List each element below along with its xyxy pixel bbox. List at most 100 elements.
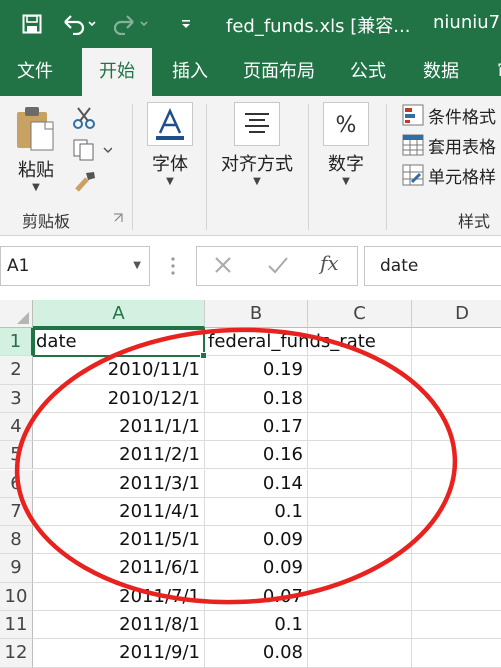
name-box[interactable]: A1 ▼ xyxy=(0,246,150,286)
font-dropdown-icon[interactable]: ▼ xyxy=(144,176,196,187)
row-header-6[interactable]: 6 xyxy=(0,469,33,498)
row-header-2[interactable]: 2 xyxy=(0,356,33,385)
row-header-11[interactable]: 11 xyxy=(0,611,33,640)
cell-b2[interactable]: 0.19 xyxy=(205,356,308,385)
cell-d3[interactable] xyxy=(412,385,501,413)
user-name[interactable]: niuniu77 xyxy=(433,12,501,33)
save-button[interactable] xyxy=(16,9,48,39)
column-header-d[interactable]: D xyxy=(412,300,501,328)
cell-d8[interactable] xyxy=(412,526,501,555)
cell-a10[interactable]: 2011/7/1 xyxy=(33,582,205,611)
row-header-9[interactable]: 9 xyxy=(0,554,33,583)
cell-b5[interactable]: 0.16 xyxy=(205,441,308,470)
cell-a3[interactable]: 2010/12/1 xyxy=(33,384,205,413)
tab-formulas[interactable]: 公式 xyxy=(340,48,396,96)
cell-a8[interactable]: 2011/5/1 xyxy=(33,526,205,555)
cell-b1[interactable]: federal_funds_rate xyxy=(205,328,376,357)
cell-c6[interactable] xyxy=(308,469,412,498)
cell-a9[interactable]: 2011/6/1 xyxy=(33,554,205,583)
customize-quick-access-button[interactable] xyxy=(176,9,196,39)
tab-data[interactable]: 数据 xyxy=(412,48,470,96)
cell-b12[interactable]: 0.08 xyxy=(205,639,308,668)
column-header-a[interactable]: A xyxy=(33,300,205,328)
tab-insert[interactable]: 插入 xyxy=(162,48,218,96)
column-header-c[interactable]: C xyxy=(308,300,412,328)
cell-c5[interactable] xyxy=(308,441,412,470)
cell-b7[interactable]: 0.1 xyxy=(205,497,308,527)
cell-d11[interactable] xyxy=(412,611,501,640)
formula-bar-grip-icon[interactable] xyxy=(166,254,180,278)
number-dropdown-icon[interactable]: ▼ xyxy=(320,176,372,187)
insert-function-button[interactable]: fx xyxy=(320,251,339,275)
cell-b9[interactable]: 0.09 xyxy=(205,554,308,583)
cell-c1[interactable] xyxy=(308,328,412,357)
font-button[interactable]: 字体 ▼ xyxy=(144,102,196,187)
tab-review[interactable]: 审 xyxy=(486,48,501,96)
cell-a7[interactable]: 2011/4/1 xyxy=(33,497,205,527)
cell-a2[interactable]: 2010/11/1 xyxy=(33,356,205,385)
paste-dropdown-icon[interactable]: ▼ xyxy=(10,182,62,193)
tab-page-layout[interactable]: 页面布局 xyxy=(232,48,326,96)
cell-c7[interactable] xyxy=(308,497,412,527)
cell-a4[interactable]: 2011/1/1 xyxy=(33,412,205,442)
row-header-1[interactable]: 1 xyxy=(0,328,33,357)
format-painter-button[interactable] xyxy=(72,170,98,198)
row-header-4[interactable]: 4 xyxy=(0,412,33,442)
cell-d6[interactable] xyxy=(412,470,501,498)
cell-a6[interactable]: 2011/3/1 xyxy=(33,469,205,498)
cell-c11[interactable] xyxy=(308,611,412,640)
conditional-format-button[interactable]: 条件格式 xyxy=(402,102,496,128)
row-header-7[interactable]: 7 xyxy=(0,497,33,527)
row-header-8[interactable]: 8 xyxy=(0,526,33,555)
cell-b11[interactable]: 0.1 xyxy=(205,611,308,640)
cell-c3[interactable] xyxy=(308,384,412,413)
tab-file[interactable]: 文件 xyxy=(6,48,64,96)
cell-styles-button[interactable]: 单元格样 xyxy=(402,162,496,188)
cell-b8[interactable]: 0.09 xyxy=(205,526,308,555)
column-header-b[interactable]: B xyxy=(205,300,308,328)
formula-input[interactable]: date xyxy=(364,246,501,286)
cell-c4[interactable] xyxy=(308,412,412,442)
redo-button[interactable] xyxy=(112,9,150,39)
cell-d10[interactable] xyxy=(412,583,501,611)
cell-b3[interactable]: 0.18 xyxy=(205,384,308,413)
row-header-3[interactable]: 3 xyxy=(0,384,33,413)
cell-c10[interactable] xyxy=(308,582,412,611)
cell-a11[interactable]: 2011/8/1 xyxy=(33,611,205,640)
cell-c2[interactable] xyxy=(308,356,412,385)
format-as-table-button[interactable]: 套用表格 xyxy=(402,132,496,158)
cancel-icon[interactable] xyxy=(212,254,234,276)
cell-a1[interactable]: date xyxy=(33,328,205,357)
cell-a12[interactable]: 2011/9/1 xyxy=(33,639,205,668)
number-format-button[interactable]: % 数字 ▼ xyxy=(320,102,372,187)
tab-home[interactable]: 开始 xyxy=(82,48,152,96)
row-header-12[interactable]: 12 xyxy=(0,639,33,668)
clipboard-launcher-icon[interactable] xyxy=(113,213,123,223)
copy-button[interactable] xyxy=(72,138,113,166)
cell-c9[interactable] xyxy=(308,554,412,583)
cut-button[interactable] xyxy=(72,106,96,134)
align-dropdown-icon[interactable]: ▼ xyxy=(218,176,296,187)
name-box-dropdown-icon[interactable]: ▼ xyxy=(133,247,141,285)
cell-b4[interactable]: 0.17 xyxy=(205,412,308,442)
cell-d7[interactable] xyxy=(412,498,501,527)
cell-c12[interactable] xyxy=(308,639,412,668)
cell-d5[interactable] xyxy=(412,441,501,470)
cell-d4[interactable] xyxy=(412,413,501,442)
cell-a5[interactable]: 2011/2/1 xyxy=(33,441,205,470)
cell-d1[interactable] xyxy=(412,328,501,357)
row-header-5[interactable]: 5 xyxy=(0,441,33,470)
fill-handle[interactable] xyxy=(200,352,207,359)
select-all-corner[interactable] xyxy=(0,300,33,328)
cell-b10[interactable]: 0.07 xyxy=(205,582,308,611)
cell-d12[interactable] xyxy=(412,639,501,668)
cell-d9[interactable] xyxy=(412,554,501,583)
cell-c8[interactable] xyxy=(308,526,412,555)
cell-d2[interactable] xyxy=(412,356,501,385)
cell-b6[interactable]: 0.14 xyxy=(205,469,308,498)
undo-button[interactable] xyxy=(60,9,98,39)
row-header-10[interactable]: 10 xyxy=(0,582,33,611)
enter-icon[interactable] xyxy=(266,254,290,276)
alignment-button[interactable]: 对齐方式 ▼ xyxy=(218,102,296,187)
paste-button[interactable]: 粘贴 ▼ xyxy=(10,104,62,193)
